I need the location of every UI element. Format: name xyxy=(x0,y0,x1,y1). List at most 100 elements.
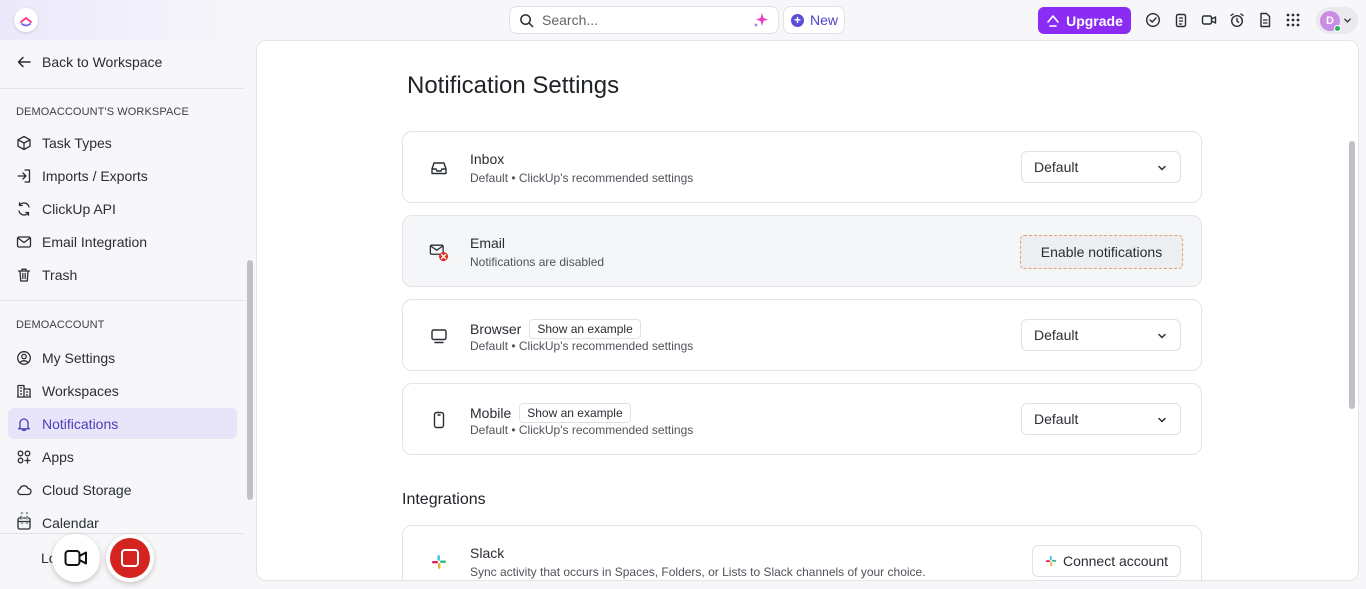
avatar: D xyxy=(1320,10,1341,32)
card-subtitle: Default • ClickUp's recommended settings xyxy=(470,339,694,353)
browser-title: Browser xyxy=(470,321,522,337)
stop-icon xyxy=(110,538,150,578)
slack-icon xyxy=(1045,555,1057,567)
card-title: Email xyxy=(470,235,505,251)
main-content: Notification Settings Inbox Default • Cl… xyxy=(256,40,1359,581)
slack-icon xyxy=(429,552,449,572)
workspaces-icon xyxy=(17,384,31,398)
inbox-setting-select[interactable]: Default xyxy=(1021,151,1181,183)
apps-grid-icon[interactable] xyxy=(1284,11,1302,29)
email-notification-card: Email Notifications are disabled Enable … xyxy=(402,215,1202,287)
sidebar-item-label: Imports / Exports xyxy=(42,167,148,184)
mobile-notification-card: Mobile Show an example Default • ClickUp… xyxy=(402,383,1202,455)
bell-icon xyxy=(18,417,30,431)
connect-account-label: Connect account xyxy=(1062,553,1169,569)
connect-account-button[interactable]: Connect account xyxy=(1032,545,1181,577)
show-example-button[interactable]: Show an example xyxy=(529,319,641,339)
chevron-down-icon xyxy=(1344,18,1351,23)
back-to-workspace-link[interactable]: Back to Workspace xyxy=(16,54,162,70)
search-input[interactable] xyxy=(542,12,742,28)
document-icon[interactable] xyxy=(1256,11,1274,29)
inbox-title: Inbox xyxy=(470,151,505,167)
main-scrollbar[interactable] xyxy=(1349,141,1355,409)
sidebar-item-apps[interactable]: Apps xyxy=(8,441,237,472)
plus-icon: + xyxy=(791,13,804,27)
search-bar[interactable] xyxy=(509,6,779,34)
sidebar-divider xyxy=(0,88,244,89)
sidebar-item-imports-exports[interactable]: Imports / Exports xyxy=(8,160,237,191)
sidebar-item-email-integration[interactable]: Email Integration xyxy=(8,226,237,257)
inbox-notification-card: Inbox Default • ClickUp's recommended se… xyxy=(402,131,1202,203)
sidebar-divider xyxy=(0,300,244,301)
sidebar-item-trash[interactable]: Trash xyxy=(8,259,237,290)
show-example-button[interactable]: Show an example xyxy=(519,403,631,423)
mobile-setting-select[interactable]: Default xyxy=(1021,403,1181,435)
browser-setting-select[interactable]: Default xyxy=(1021,319,1181,351)
chevron-down-icon xyxy=(1158,333,1166,339)
video-icon[interactable] xyxy=(1200,11,1218,29)
user-circle-icon xyxy=(17,350,31,365)
sidebar-item-label: Cloud Storage xyxy=(42,481,132,498)
slack-title: Slack xyxy=(470,545,505,561)
top-bar-glow xyxy=(0,0,260,40)
sidebar-item-label: Trash xyxy=(42,266,78,283)
sidebar-item-my-settings[interactable]: My Settings xyxy=(8,342,237,373)
slack-integration-card: Slack Sync activity that occurs in Space… xyxy=(402,525,1202,580)
record-camera-button[interactable] xyxy=(52,534,100,582)
camera-icon xyxy=(64,550,87,566)
email-title: Email xyxy=(470,235,506,251)
apps-icon xyxy=(17,450,31,464)
sidebar-item-label: My Settings xyxy=(42,349,116,366)
mobile-title: Mobile xyxy=(470,405,512,421)
ai-sparkle-icon[interactable] xyxy=(753,12,769,28)
import-icon xyxy=(17,168,31,183)
user-menu[interactable]: D xyxy=(1316,7,1358,34)
card-title: Slack xyxy=(470,545,504,561)
chevron-down-icon xyxy=(1158,417,1166,423)
select-value: Default xyxy=(1034,327,1079,343)
sidebar-item-task-types[interactable]: Task Types xyxy=(8,127,237,158)
mail-icon xyxy=(16,235,32,248)
sidebar-item-label: Notifications xyxy=(42,415,119,432)
drag-handle-icon[interactable] xyxy=(19,510,33,526)
alarm-clock-icon[interactable] xyxy=(1228,11,1246,29)
sidebar-item-clickup-api[interactable]: ClickUp API xyxy=(8,193,237,224)
stop-recording-button[interactable] xyxy=(106,534,154,582)
page-title: Notification Settings xyxy=(407,72,620,99)
card-subtitle: Default • ClickUp's recommended settings xyxy=(470,423,694,437)
sidebar-item-label: ClickUp API xyxy=(42,200,116,217)
sidebar-item-label: Workspaces xyxy=(42,382,119,399)
new-button[interactable]: + New xyxy=(783,6,845,34)
card-subtitle: Default • ClickUp's recommended settings xyxy=(470,171,694,185)
online-status-dot xyxy=(1334,24,1341,32)
search-icon xyxy=(520,13,534,27)
cube-icon xyxy=(17,135,31,150)
sidebar-item-cloud-storage[interactable]: Cloud Storage xyxy=(8,474,237,505)
account-section-title: DEMOACCOUNT xyxy=(16,319,105,331)
trash-icon xyxy=(17,268,31,282)
sidebar-item-workspaces[interactable]: Workspaces xyxy=(8,375,237,406)
inbox-icon xyxy=(429,158,449,178)
select-value: Default xyxy=(1034,411,1079,427)
card-title: Inbox xyxy=(470,151,504,167)
card-subtitle: Sync activity that occurs in Spaces, Fol… xyxy=(470,565,926,579)
upgrade-button[interactable]: Upgrade xyxy=(1038,7,1131,34)
sidebar-item-notifications[interactable]: Notifications xyxy=(8,408,237,439)
card-title: Mobile Show an example xyxy=(470,403,631,423)
sidebar-divider xyxy=(0,533,244,534)
select-value: Default xyxy=(1034,159,1079,175)
avatar-initial: D xyxy=(1326,14,1334,27)
check-circle-icon[interactable] xyxy=(1144,11,1162,29)
clipboard-icon[interactable] xyxy=(1172,11,1190,29)
cloud-icon xyxy=(17,484,32,495)
card-title: Browser Show an example xyxy=(470,319,641,339)
clickup-logo[interactable] xyxy=(14,8,38,32)
mobile-phone-icon xyxy=(429,410,449,430)
enable-notifications-button[interactable]: Enable notifications xyxy=(1020,235,1183,269)
sidebar-item-label: Calendar xyxy=(42,514,99,531)
api-icon xyxy=(18,201,30,216)
integrations-heading: Integrations xyxy=(402,491,486,508)
sidebar-item-label: Task Types xyxy=(42,134,112,151)
sidebar-scrollbar[interactable] xyxy=(247,260,253,500)
sidebar-item-label: Apps xyxy=(42,448,74,465)
